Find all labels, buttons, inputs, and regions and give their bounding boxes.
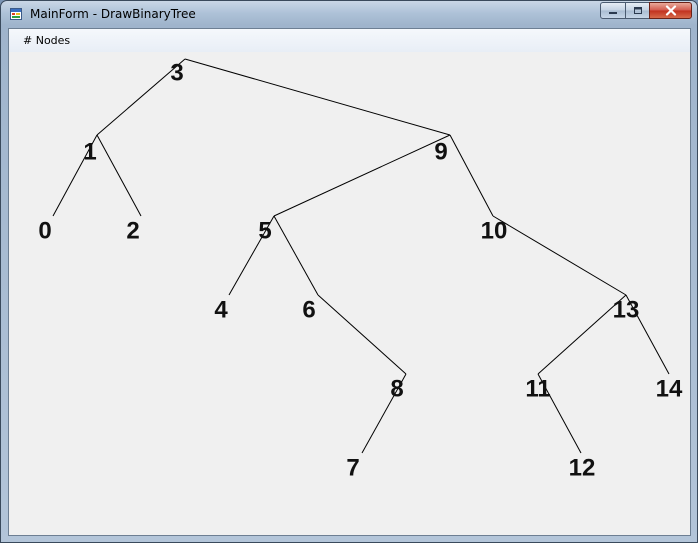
tree-node-8: 8 — [390, 375, 403, 402]
minimize-icon — [609, 11, 617, 14]
tree-edge-5-6 — [273, 215, 319, 296]
tree-node-9: 9 — [434, 138, 447, 165]
tree-node-10: 10 — [481, 217, 508, 244]
tree-node-14: 14 — [656, 375, 683, 402]
window-title: MainForm - DrawBinaryTree — [30, 7, 196, 21]
tree-node-2: 2 — [126, 217, 139, 244]
form-client-area: 0 1 2 3 4 5 6 7 8 9 10 11 12 13 14 # Nodes — [8, 28, 691, 536]
tree-node-7: 7 — [346, 454, 359, 481]
title-bar[interactable]: MainForm - DrawBinaryTree — [1, 1, 697, 28]
tree-node-3: 3 — [170, 59, 183, 86]
tree-edge-9-5 — [273, 134, 451, 217]
close-icon — [665, 5, 676, 16]
tree-edge-10-13 — [492, 215, 627, 296]
app-form-icon[interactable] — [10, 8, 22, 20]
maximize-button[interactable] — [625, 2, 650, 19]
tree-node-4: 4 — [214, 296, 228, 323]
tree-node-6: 6 — [302, 296, 315, 323]
tree-edge-6-8 — [317, 294, 407, 375]
tree-edge-9-10 — [449, 134, 494, 217]
tree-node-11: 11 — [525, 375, 550, 402]
menu-bar: # Nodes — [9, 29, 690, 52]
maximize-icon — [633, 7, 642, 14]
menu-item-nodes[interactable]: # Nodes — [23, 34, 70, 47]
main-window: MainForm - DrawBinaryTree 0 1 2 3 4 5 6 7 8 9 10 11… — [0, 0, 698, 543]
tree-node-12: 12 — [569, 454, 596, 481]
minimize-button[interactable] — [600, 2, 626, 19]
tree-node-13: 13 — [613, 296, 640, 323]
tree-node-1: 1 — [83, 138, 96, 165]
tree-edge-1-2 — [96, 134, 142, 217]
tree-node-5: 5 — [258, 217, 271, 244]
tree-node-0: 0 — [38, 217, 51, 244]
tree-edge-3-9 — [184, 58, 451, 136]
tree-drawing-canvas: 01234567891011121314 — [38, 58, 683, 481]
close-button[interactable] — [649, 2, 692, 19]
